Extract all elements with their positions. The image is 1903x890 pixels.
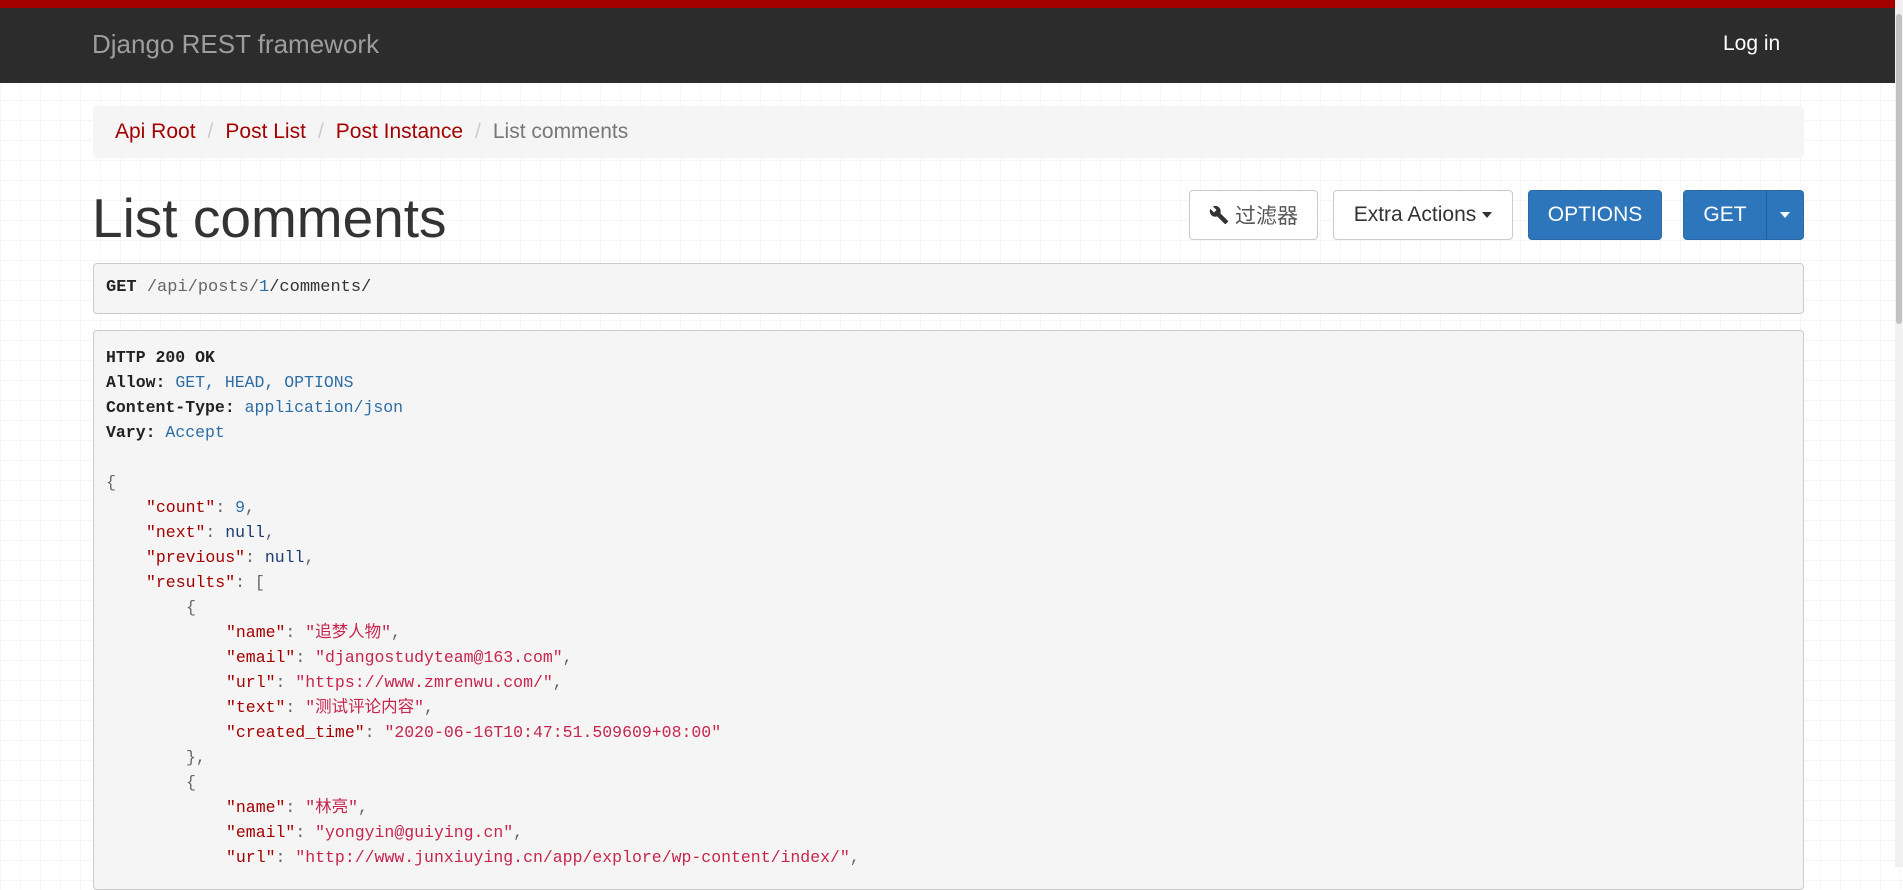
wrench-icon [1209,205,1229,225]
json-value: null [225,523,265,542]
response-header: Content-Type: application/json [106,395,1791,420]
breadcrumb-post-instance[interactable]: Post Instance [336,120,463,143]
breadcrumb: Api Root / Post List / Post Instance / List co… [93,106,1804,158]
json-field-line: "name": "追梦人物", [226,623,401,642]
header-name: Content-Type: [106,398,235,417]
json-value: "林亮" [305,798,359,817]
response-header: Allow: GET, HEAD, OPTIONS [106,370,1791,395]
extra-actions-label: Extra Actions [1353,203,1477,226]
header-name: Allow: [106,373,166,392]
json-object-open: { [186,773,196,792]
scrollbar-thumb[interactable] [1896,14,1902,324]
page-title: List comments [92,187,447,249]
json-field-line: "name": "林亮", [226,798,368,817]
navbar: Django REST framework Log in [0,0,1903,83]
extra-actions-button[interactable]: Extra Actions [1333,190,1513,240]
request-path-suffix: /comments/ [269,278,372,297]
json-field-line: "created_time": "2020-06-16T10:47:51.509… [226,723,722,742]
json-previous-line: "previous": null, [146,548,315,567]
json-field-line: "email": "djangostudyteam@163.com", [226,648,573,667]
json-key: "previous" [146,548,246,567]
get-button[interactable]: GET [1683,190,1767,240]
json-count-line: "count": 9, [146,498,255,517]
json-key: "url" [226,673,276,692]
response-status: HTTP 200 OK [106,348,215,367]
json-object-open: { [186,598,196,617]
json-key: "name" [226,623,286,642]
breadcrumb-api-root[interactable]: Api Root [115,120,196,143]
json-field-line: "text": "测试评论内容", [226,698,434,717]
options-button[interactable]: OPTIONS [1528,190,1662,240]
json-value: "yongyin@guiying.cn" [315,823,514,842]
json-key: "email" [226,823,296,842]
caret-down-icon [1482,212,1493,218]
filter-button-label: 过滤器 [1235,205,1298,228]
json-value: "追梦人物" [305,623,392,642]
json-open-brace: { [106,473,116,492]
request-method: GET [106,278,137,297]
login-link[interactable]: Log in [1723,32,1780,56]
json-value: "2020-06-16T10:47:51.509609+08:00" [384,723,722,742]
json-field-line: "url": "https://www.zmrenwu.com/", [226,673,563,692]
breadcrumb-separator: / [317,120,324,143]
options-button-label: OPTIONS [1547,203,1643,226]
breadcrumb-separator: / [207,120,214,143]
json-key: "name" [226,798,286,817]
header-value: application/json [244,398,404,417]
json-object-close: }, [186,748,206,767]
get-format-dropdown-toggle[interactable] [1766,190,1804,240]
json-results-line: "results": [ [146,573,265,592]
json-key: "email" [226,648,296,667]
json-next-line: "next": null, [146,523,275,542]
page-scrollbar[interactable] [1895,0,1903,867]
json-value: "测试评论内容" [305,698,425,717]
request-info: GET /api/posts/1/comments/ [93,263,1804,314]
json-field-line: "url": "http://www.junxiuying.cn/app/exp… [226,848,860,867]
breadcrumb-separator: / [475,120,481,143]
json-key: "count" [146,498,216,517]
json-field-line: "email": "yongyin@guiying.cn", [226,823,524,842]
header-name: Vary: [106,423,156,442]
brand-link[interactable]: Django REST framework [92,29,379,60]
json-value: "http://www.junxiuying.cn/app/explore/wp… [295,848,850,867]
breadcrumb-post-list[interactable]: Post List [225,120,306,143]
header-value: Accept [165,423,225,442]
json-key: "url" [226,848,276,867]
request-path-id: 1 [259,278,270,297]
json-key: "text" [226,698,286,717]
json-value: null [264,548,305,567]
get-button-label: GET [1703,203,1747,226]
response-header: Vary: Accept [106,420,1791,445]
json-value: "https://www.zmrenwu.com/" [295,673,553,692]
json-value: 9 [235,498,246,517]
caret-down-icon [1780,212,1790,218]
json-key: "results" [146,573,236,592]
response-info: HTTP 200 OK Allow: GET, HEAD, OPTIONS Co… [93,330,1804,890]
request-path-prefix: /api/posts/ [146,278,260,297]
filter-button[interactable]: 过滤器 [1189,190,1318,240]
breadcrumb-current: List comments [492,120,629,143]
json-key: "created_time" [226,723,365,742]
header-value: GET, HEAD, OPTIONS [175,373,354,392]
json-key: "next" [146,523,206,542]
json-value: "djangostudyteam@163.com" [315,648,563,667]
